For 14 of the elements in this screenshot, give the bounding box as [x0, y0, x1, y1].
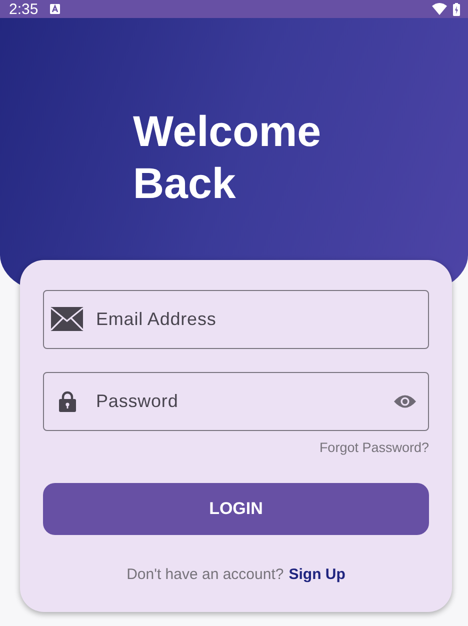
welcome-title: Welcome Back — [133, 107, 322, 210]
lock-icon — [59, 391, 76, 412]
login-button[interactable]: LOGIN — [43, 483, 429, 535]
signup-prompt: Don't have an account? — [126, 566, 284, 583]
sign-up-link[interactable]: Sign Up — [288, 566, 346, 583]
input-field[interactable]: Password — [43, 372, 429, 431]
eye-icon[interactable] — [394, 394, 416, 409]
input-field[interactable]: Email Address — [43, 290, 429, 349]
envelope-icon — [51, 307, 83, 331]
forgot-password-link[interactable]: Forgot Password? — [319, 440, 429, 455]
notification-icon — [50, 4, 60, 14]
battery-icon — [453, 2, 460, 16]
status-time: 2:35 — [9, 0, 38, 18]
wifi-icon — [432, 3, 447, 15]
